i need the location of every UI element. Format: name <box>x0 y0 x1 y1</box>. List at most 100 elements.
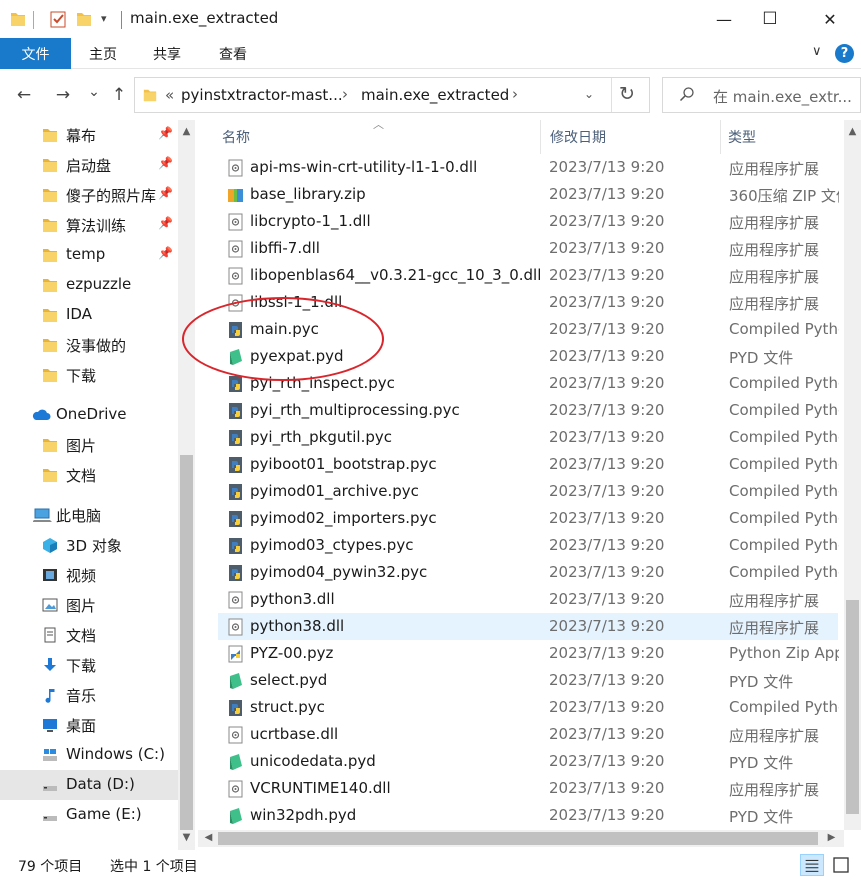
sidebar-item-onedrive-folder[interactable]: 图片 <box>0 430 178 460</box>
pin-icon[interactable]: 📌 <box>158 156 173 170</box>
sidebar-item-label: 3D 对象 <box>66 537 122 555</box>
file-row[interactable]: python3.dll 2023/7/13 9:20 应用程序扩展 <box>218 586 838 613</box>
breadcrumb-overflow[interactable]: « <box>165 86 174 104</box>
sidebar-item-pc[interactable]: 视频 <box>0 560 178 590</box>
chevron-right-icon[interactable]: › <box>512 85 518 103</box>
file-row[interactable]: VCRUNTIME140.dll 2023/7/13 9:20 应用程序扩展 <box>218 775 838 802</box>
file-row[interactable]: pyimod03_ctypes.pyc 2023/7/13 9:20 Compile… <box>218 532 839 559</box>
file-row[interactable]: PYZ-00.pyz 2023/7/13 9:20 Python Zip Appli… <box>218 640 839 667</box>
tab-file[interactable]: 文件 <box>0 38 71 69</box>
file-row[interactable]: pyimod01_archive.pyc 2023/7/13 9:20 Compil… <box>218 478 839 505</box>
close-button[interactable]: ✕ <box>807 0 853 38</box>
sidebar-item-onedrive-folder[interactable]: 文档 <box>0 460 178 490</box>
pin-icon[interactable]: 📌 <box>158 246 173 260</box>
file-type: Compiled Python <box>729 428 839 446</box>
file-row[interactable]: libffi-7.dll 2023/7/13 9:20 应用程序扩展 <box>218 235 838 262</box>
file-row[interactable]: select.pyd 2023/7/13 9:20 PYD 文件 <box>218 667 838 694</box>
refresh-button[interactable]: ↻ <box>619 83 635 105</box>
file-row[interactable]: libopenblas64__v0.3.21-gcc_10_3_0.dll 202… <box>218 262 838 289</box>
sidebar-scrollbar[interactable]: ▲ ▼ <box>178 120 195 850</box>
column-divider[interactable] <box>720 120 721 154</box>
sidebar-item-pc[interactable]: 文档 <box>0 620 178 650</box>
scroll-up-icon[interactable]: ▲ <box>178 126 195 137</box>
chevron-down-icon[interactable]: ⌄ <box>584 87 594 101</box>
file-type: Compiled Python <box>729 563 839 581</box>
file-row[interactable]: ucrtbase.dll 2023/7/13 9:20 应用程序扩展 <box>218 721 838 748</box>
pin-icon[interactable]: 📌 <box>158 126 173 140</box>
tab-share[interactable]: 共享 <box>135 38 199 69</box>
help-icon[interactable]: ? <box>835 44 854 63</box>
sidebar-item-pc[interactable]: 下载 <box>0 650 178 680</box>
sidebar-item-quick[interactable]: IDA <box>0 300 178 330</box>
new-folder-icon[interactable] <box>76 10 92 28</box>
file-row[interactable]: python38.dll 2023/7/13 9:20 应用程序扩展 <box>218 613 838 640</box>
sidebar-item-this-pc[interactable]: 此电脑 <box>0 500 178 530</box>
file-row[interactable]: pyi_rth_multiprocessing.pyc 2023/7/13 9:2… <box>218 397 839 424</box>
back-button[interactable]: ← <box>12 84 36 106</box>
file-row[interactable]: pyimod04_pywin32.pyc 2023/7/13 9:20 Compil… <box>218 559 839 586</box>
sidebar-item-quick[interactable]: temp 📌 <box>0 240 178 270</box>
scroll-left-icon[interactable]: ◀ <box>200 832 217 843</box>
pin-icon[interactable]: 📌 <box>158 186 173 200</box>
large-icons-view-icon[interactable] <box>829 854 853 876</box>
scroll-right-icon[interactable]: ▶ <box>823 832 840 843</box>
sidebar-item-pc[interactable]: 3D 对象 <box>0 530 178 560</box>
scroll-up-icon[interactable]: ▲ <box>844 126 861 137</box>
sidebar-item-quick[interactable]: 算法训练 📌 <box>0 210 178 240</box>
horizontal-scroll-thumb[interactable] <box>218 832 818 845</box>
search-box[interactable]: 在 main.exe_extr... <box>662 77 861 113</box>
address-bar[interactable]: « pyinstxtractor-mast... › main.exe_extr… <box>134 77 650 113</box>
sidebar-item-onedrive[interactable]: OneDrive <box>0 400 178 430</box>
column-header-name[interactable]: 名称 <box>222 120 250 154</box>
pin-icon[interactable]: 📌 <box>158 216 173 230</box>
file-row[interactable]: pyimod02_importers.pyc 2023/7/13 9:20 Comp… <box>218 505 839 532</box>
column-divider[interactable] <box>540 120 541 154</box>
up-button[interactable]: ↑ <box>108 84 130 106</box>
file-date: 2023/7/13 9:20 <box>549 752 665 770</box>
file-list-scrollbar[interactable]: ▲ <box>844 120 861 830</box>
maximize-button[interactable]: ☐ <box>747 0 793 38</box>
forward-button[interactable]: → <box>51 84 75 106</box>
file-row[interactable]: base_library.zip 2023/7/13 9:20 360压缩 ZIP … <box>218 181 839 208</box>
file-row[interactable]: struct.pyc 2023/7/13 9:20 Compiled Python <box>218 694 839 721</box>
file-row[interactable]: pyiboot01_bootstrap.pyc 2023/7/13 9:20 Com… <box>218 451 839 478</box>
properties-icon[interactable] <box>50 10 66 28</box>
sidebar-item-pc[interactable]: 图片 <box>0 590 178 620</box>
file-row[interactable]: libcrypto-1_1.dll 2023/7/13 9:20 应用程序扩展 <box>218 208 838 235</box>
qat-dropdown-icon[interactable]: ▾ <box>101 12 107 25</box>
tab-home[interactable]: 主页 <box>71 38 135 69</box>
horizontal-scrollbar[interactable]: ◀ ▶ <box>198 830 844 847</box>
sidebar-item-pc[interactable]: Game (E:) <box>0 800 178 830</box>
folder-icon[interactable] <box>10 10 26 28</box>
tab-view[interactable]: 查看 <box>199 38 267 69</box>
file-row[interactable]: win32pdh.pyd 2023/7/13 9:20 PYD 文件 <box>218 802 838 829</box>
sidebar-item-quick[interactable]: 下载 <box>0 360 178 390</box>
sidebar-item-pc[interactable]: Data (D:) <box>0 770 178 800</box>
sidebar-item-pc[interactable]: 音乐 <box>0 680 178 710</box>
sidebar-item-pc[interactable]: 桌面 <box>0 710 178 740</box>
chevron-right-icon[interactable]: › <box>342 85 348 103</box>
details-view-icon[interactable] <box>800 854 824 876</box>
sidebar-item-pc[interactable]: Windows (C:) <box>0 740 178 770</box>
file-row[interactable]: unicodedata.pyd 2023/7/13 9:20 PYD 文件 <box>218 748 838 775</box>
sidebar-item-quick[interactable]: 幕布 📌 <box>0 120 178 150</box>
column-header-date[interactable]: 修改日期 <box>550 120 606 154</box>
minimize-button[interactable]: — <box>701 0 747 38</box>
file-row[interactable]: pyi_rth_pkgutil.pyc 2023/7/13 9:20 Compile… <box>218 424 839 451</box>
sidebar-scroll-thumb[interactable] <box>180 455 193 830</box>
sidebar-item-quick[interactable]: 启动盘 📌 <box>0 150 178 180</box>
breadcrumb-item[interactable]: pyinstxtractor-mast... <box>181 86 343 104</box>
sidebar-item-quick[interactable]: ezpuzzle <box>0 270 178 300</box>
search-input[interactable]: 在 main.exe_extr... <box>713 86 852 107</box>
recent-locations-button[interactable]: ⌄ <box>86 81 102 103</box>
file-list-scroll-thumb[interactable] <box>846 600 859 814</box>
expand-ribbon-icon[interactable]: ∨ <box>812 44 822 59</box>
sidebar-item-quick[interactable]: 傻子的照片库 📌 <box>0 180 178 210</box>
breadcrumb-current[interactable]: main.exe_extracted <box>361 86 509 104</box>
file-date: 2023/7/13 9:20 <box>549 644 665 662</box>
file-row[interactable]: api-ms-win-crt-utility-l1-1-0.dll 2023/7/… <box>218 154 838 181</box>
scroll-down-icon[interactable]: ▼ <box>178 832 195 843</box>
sidebar-item-label: 图片 <box>66 437 97 455</box>
sidebar-item-quick[interactable]: 没事做的 <box>0 330 178 360</box>
column-header-type[interactable]: 类型 <box>728 120 756 154</box>
